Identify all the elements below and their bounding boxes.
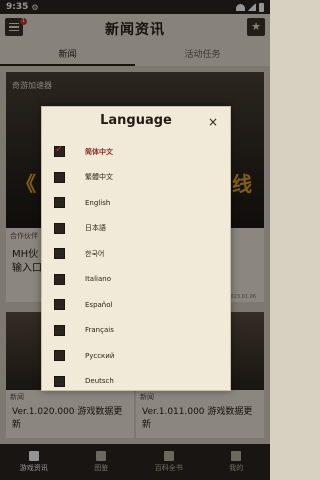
checkbox[interactable] (54, 299, 65, 311)
language-label: 简体中文 (85, 147, 113, 156)
checkbox[interactable] (54, 171, 65, 183)
language-label: Español (85, 300, 113, 309)
language-option[interactable]: 繁體中文 (54, 165, 214, 191)
language-label: Deutsch (85, 377, 114, 386)
language-list: 简体中文 繁體中文 English 日本語 한국어 Italiano Españ… (54, 139, 214, 394)
language-option[interactable]: 简体中文 (54, 139, 214, 165)
checkbox[interactable] (54, 350, 65, 362)
checkbox[interactable] (54, 375, 65, 387)
language-option[interactable]: Deutsch (54, 369, 214, 395)
language-label: 日本語 (85, 224, 106, 233)
language-option[interactable]: Français (54, 318, 214, 344)
close-icon[interactable]: × (208, 115, 218, 129)
language-option[interactable]: 日本語 (54, 216, 214, 242)
language-option[interactable]: 한국어 (54, 241, 214, 267)
language-option[interactable]: English (54, 190, 214, 216)
dialog-title: Language (100, 113, 172, 128)
checkbox[interactable] (54, 248, 65, 260)
language-label: Italiano (85, 275, 111, 284)
checkbox[interactable] (54, 273, 65, 285)
language-option[interactable]: Italiano (54, 267, 214, 293)
language-dialog: Language × 简体中文 繁體中文 English 日本語 한국어 Ita… (41, 106, 231, 391)
checkbox[interactable] (54, 324, 65, 336)
checkbox[interactable] (54, 222, 65, 234)
checkbox[interactable] (54, 197, 65, 209)
language-option[interactable]: Русский (54, 343, 214, 369)
language-option[interactable]: Español (54, 292, 214, 318)
language-label: 繁體中文 (85, 173, 113, 182)
language-label: Français (85, 326, 114, 335)
language-label: 한국어 (85, 249, 105, 258)
language-label: Русский (85, 351, 115, 360)
checkbox-checked[interactable] (54, 144, 65, 158)
language-label: English (85, 198, 111, 207)
